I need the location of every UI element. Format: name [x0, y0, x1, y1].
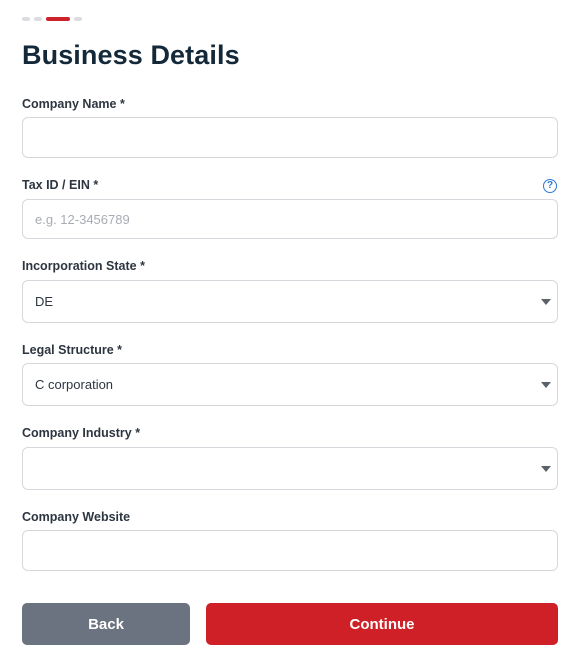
incorporation-state-value: DE: [35, 294, 54, 309]
legal-structure-value: C corporation: [35, 377, 114, 392]
company-industry-select[interactable]: [22, 447, 558, 490]
question-circle-icon[interactable]: ?: [543, 179, 557, 193]
page-title: Business Details: [22, 40, 240, 70]
incorporation-state-select[interactable]: DE: [22, 280, 558, 323]
progress-step-3-current: [46, 17, 70, 21]
incorporation-state-label: Incorporation State *: [22, 259, 145, 273]
tax-id-label: Tax ID / EIN *: [22, 178, 99, 192]
company-website-label: Company Website: [22, 510, 131, 524]
company-name-input[interactable]: [22, 117, 558, 158]
company-website-input[interactable]: [22, 530, 558, 571]
company-name-label: Company Name *: [22, 97, 125, 111]
chevron-down-icon: [541, 381, 551, 388]
tax-id-input[interactable]: [22, 199, 558, 239]
chevron-down-icon: [541, 298, 551, 305]
progress-step-1: [22, 17, 30, 21]
back-button[interactable]: Back: [22, 603, 190, 645]
chevron-down-icon: [541, 465, 551, 472]
continue-button[interactable]: Continue: [206, 603, 558, 645]
progress-step-4: [74, 17, 82, 21]
legal-structure-label: Legal Structure *: [22, 343, 123, 357]
progress-step-2: [34, 17, 42, 21]
company-industry-label: Company Industry *: [22, 426, 141, 440]
legal-structure-select[interactable]: C corporation: [22, 363, 558, 406]
business-details-page: Business Details Company Name * Tax ID /…: [0, 0, 571, 662]
